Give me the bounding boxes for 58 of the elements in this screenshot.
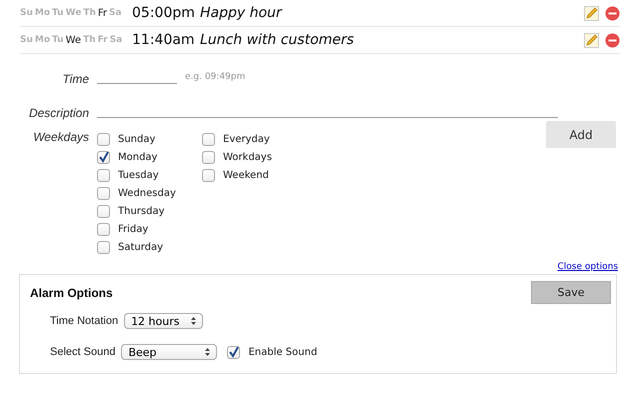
checkbox-label: Tuesday [118, 170, 159, 180]
close-options-link[interactable]: Close options [557, 262, 618, 272]
checkbox-label: Weekend [223, 170, 269, 180]
checkbox-label: Wednesday [118, 188, 176, 198]
weekday-text: Sa [109, 8, 122, 18]
checkbox-label: Monday [118, 152, 158, 162]
time-label: Time [61, 72, 89, 86]
add-button[interactable]: Add [546, 121, 616, 148]
weekday-text: Tu [52, 8, 64, 18]
updown-icon [205, 348, 210, 356]
checkbox-label: Workdays [223, 152, 272, 162]
checkbox[interactable] [202, 132, 215, 146]
pencil-icon[interactable] [584, 32, 599, 48]
checkbox-label: Sunday [118, 134, 156, 144]
remove-icon[interactable] [605, 32, 620, 48]
time-notation-label: Time Notation [50, 315, 118, 327]
weekday-text: We [66, 34, 82, 46]
checkbox[interactable] [97, 240, 110, 254]
checkbox[interactable] [97, 186, 110, 200]
weekday-text: We [66, 8, 82, 18]
weekday-text: Th [83, 34, 96, 46]
remove-icon[interactable] [605, 6, 620, 20]
checkbox[interactable] [97, 150, 110, 164]
time-hint: e.g. 09:49pm [185, 72, 246, 84]
checkbox-label: Friday [118, 224, 148, 234]
checkbox[interactable] [97, 168, 110, 182]
weekday-text: Sa [110, 34, 122, 46]
save-button[interactable]: Save [531, 281, 611, 304]
checkbox-label: Enable Sound [248, 346, 318, 358]
alarm-time: 05:00pm [132, 5, 196, 21]
alarm-description: Happy hour [200, 5, 284, 21]
checkbox[interactable] [202, 150, 215, 164]
pencil-icon[interactable] [584, 6, 599, 20]
checkbox[interactable] [97, 222, 110, 236]
weekday-text: Tu [52, 34, 64, 46]
weekday-text: Su [20, 34, 33, 46]
sound-select[interactable]: Beep [121, 344, 218, 360]
weekday-text: Th [83, 8, 96, 18]
weekday-text: Fr [98, 34, 108, 46]
weekdays-label: Weekdays [32, 130, 89, 146]
checkbox-label: Thursday [118, 206, 164, 216]
time-notation-select[interactable]: 12 hours [124, 313, 204, 329]
checkbox-label: Everyday [223, 134, 270, 144]
description-label: Description [28, 106, 89, 120]
alarm-description: Lunch with customers [200, 32, 355, 48]
updown-icon [191, 317, 196, 325]
weekday-text: Fr [98, 8, 107, 18]
checkbox-label: Saturday [118, 242, 164, 252]
weekday-text: Mo [34, 8, 50, 18]
alarm-time: 11:40am [132, 32, 196, 48]
panel-title: Alarm Options [30, 286, 113, 300]
checkbox[interactable] [97, 132, 110, 146]
checkbox[interactable] [97, 204, 110, 218]
weekday-text: Su [20, 8, 33, 18]
weekday-text: Mo [34, 34, 50, 46]
checkbox[interactable] [202, 168, 215, 182]
sound-label: Select Sound [50, 346, 116, 358]
checkbox[interactable] [227, 346, 240, 358]
